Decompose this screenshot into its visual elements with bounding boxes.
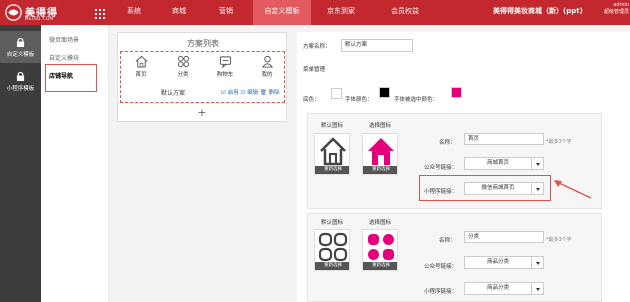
user-icon — [261, 55, 273, 68]
home-icon — [135, 55, 147, 68]
default-icon-caption: 默认图标 — [321, 123, 344, 129]
logo[interactable]: 美得得 MEIDD.COM — [5, 3, 95, 22]
sidebar-item-miniprogram-template[interactable]: 小程序模板 — [0, 65, 41, 97]
mp-link-select[interactable]: 商品分类 — [464, 282, 544, 295]
lock-icon — [16, 37, 25, 47]
reselect-button[interactable]: 重新选择 — [363, 262, 397, 270]
font-color-swatch[interactable] — [379, 87, 390, 98]
sidebar-item-custom-template[interactable]: 自定义模板 — [0, 31, 41, 63]
category-icon — [368, 234, 394, 260]
reselect-button[interactable]: 重新选择 — [315, 262, 349, 270]
bg-color-swatch[interactable] — [331, 88, 342, 99]
default-icon-box[interactable]: 重新选择 — [314, 133, 350, 175]
reselect-button[interactable]: 重新选择 — [363, 166, 397, 174]
plan-name-label: 方案名称： — [303, 44, 331, 50]
bg-color-label: 底色： — [303, 97, 320, 103]
brand-sub: MEIDD.COM — [25, 16, 54, 21]
plan-list-panel: 方案列表 首页 分类 购物车 我的 默认方案 ☑ 启用 ☑ 编辑 🗑 删除 + — [117, 32, 287, 122]
arrow-annotation-icon — [554, 180, 592, 199]
category-icon — [318, 232, 348, 262]
gzh-link-label: 公众号链接： — [424, 264, 458, 270]
gzh-link-value: 商品分类 — [486, 259, 509, 265]
mp-link-label: 小程序链接： — [424, 289, 458, 295]
highlight-box — [45, 64, 97, 92]
top-bar: 美得得 MEIDD.COM 系统 商城 营销 自定义模板 京东到家 会员权益 美… — [0, 0, 630, 25]
nav-preview-cart: 购物车 — [213, 55, 237, 78]
sidebar-label: 自定义模板 — [6, 52, 35, 58]
section-title: 菜单管理 — [303, 67, 326, 73]
name-label: 名称： — [439, 140, 456, 146]
cart-icon — [219, 56, 231, 68]
logo-icon — [5, 4, 22, 21]
category-icon — [177, 55, 189, 68]
selected-icon-caption: 选择图标 — [369, 123, 392, 129]
nav-member-rights[interactable]: 会员权益 — [385, 0, 425, 25]
default-icon-caption: 默认图标 — [321, 220, 344, 226]
plan-name-input[interactable]: 默认方案 — [341, 39, 413, 52]
nav-custom-template[interactable]: 自定义模板 — [253, 0, 311, 25]
highlight-box — [419, 175, 551, 201]
font-color-label: 字体颜色： — [345, 97, 373, 103]
selected-icon-caption: 选择图标 — [369, 220, 392, 226]
home-icon — [368, 138, 394, 165]
chevron-down-icon — [531, 257, 543, 268]
name-hint: *最多3个字 — [546, 139, 572, 145]
mp-link-value: 商品分类 — [486, 285, 509, 291]
nav-preview-label: 分类 — [177, 72, 189, 78]
selected-icon-box[interactable]: 重新选择 — [362, 229, 398, 271]
reselect-button[interactable]: 重新选择 — [315, 166, 349, 174]
plan-actions[interactable]: ☑ 启用 ☑ 编辑 🗑 删除 — [221, 88, 280, 96]
plan-list-title: 方案列表 — [187, 39, 219, 48]
user-role: 超级管理员 — [603, 9, 629, 15]
chevron-down-icon — [531, 158, 543, 169]
nav-preview-label: 购物车 — [216, 72, 234, 78]
nav-mall[interactable]: 商城 — [164, 0, 194, 25]
user-info[interactable]: admin 超级管理员 — [597, 2, 629, 16]
nav-preview-category: 分类 — [171, 55, 195, 78]
gzh-link-label: 公众号链接： — [424, 165, 458, 171]
nav-preview-label: 首页 — [135, 72, 147, 78]
nav-system[interactable]: 系统 — [120, 0, 148, 25]
name-input[interactable]: 首页 — [464, 133, 544, 145]
font-selected-color-label: 字体被选中颜色： — [394, 97, 439, 103]
nav-preview-label: 我的 — [261, 72, 273, 78]
chevron-down-icon — [531, 283, 543, 294]
plan-name: 默认方案 — [161, 90, 186, 97]
subnav-micro-page[interactable]: 微页面场景 — [41, 31, 109, 51]
plan-card[interactable]: 首页 分类 购物车 我的 默认方案 ☑ 启用 ☑ 编辑 🗑 删除 — [120, 51, 285, 103]
name-label: 名称： — [439, 238, 456, 244]
gzh-link-select[interactable]: 商品分类 — [464, 256, 544, 269]
sidebar-label: 小程序模板 — [6, 86, 35, 92]
selected-icon-box[interactable]: 重新选择 — [362, 133, 398, 175]
add-plan-button[interactable]: + — [118, 103, 286, 122]
gzh-link-value: 商城首页 — [486, 160, 509, 166]
lock-icon — [16, 71, 25, 81]
home-icon — [320, 137, 346, 166]
default-icon-box[interactable]: 重新选择 — [314, 229, 350, 271]
name-hint: *最多3个字 — [546, 237, 572, 243]
font-selected-color-swatch[interactable] — [451, 87, 462, 98]
nav-marketing[interactable]: 营销 — [210, 0, 242, 25]
gzh-link-select[interactable]: 商城首页 — [464, 157, 544, 170]
nav-preview-mine: 我的 — [255, 55, 279, 78]
sidebar: 自定义模板 小程序模板 — [0, 25, 41, 302]
store-title: 美得得美妆商城（新）(ppt) — [493, 7, 583, 15]
menu-grid-icon[interactable] — [95, 9, 105, 19]
nav-preview-home: 首页 — [129, 55, 153, 78]
nav-jd-daojia[interactable]: 京东到家 — [318, 0, 364, 25]
user-name: admin — [613, 2, 629, 8]
name-input[interactable]: 分类 — [464, 231, 544, 243]
